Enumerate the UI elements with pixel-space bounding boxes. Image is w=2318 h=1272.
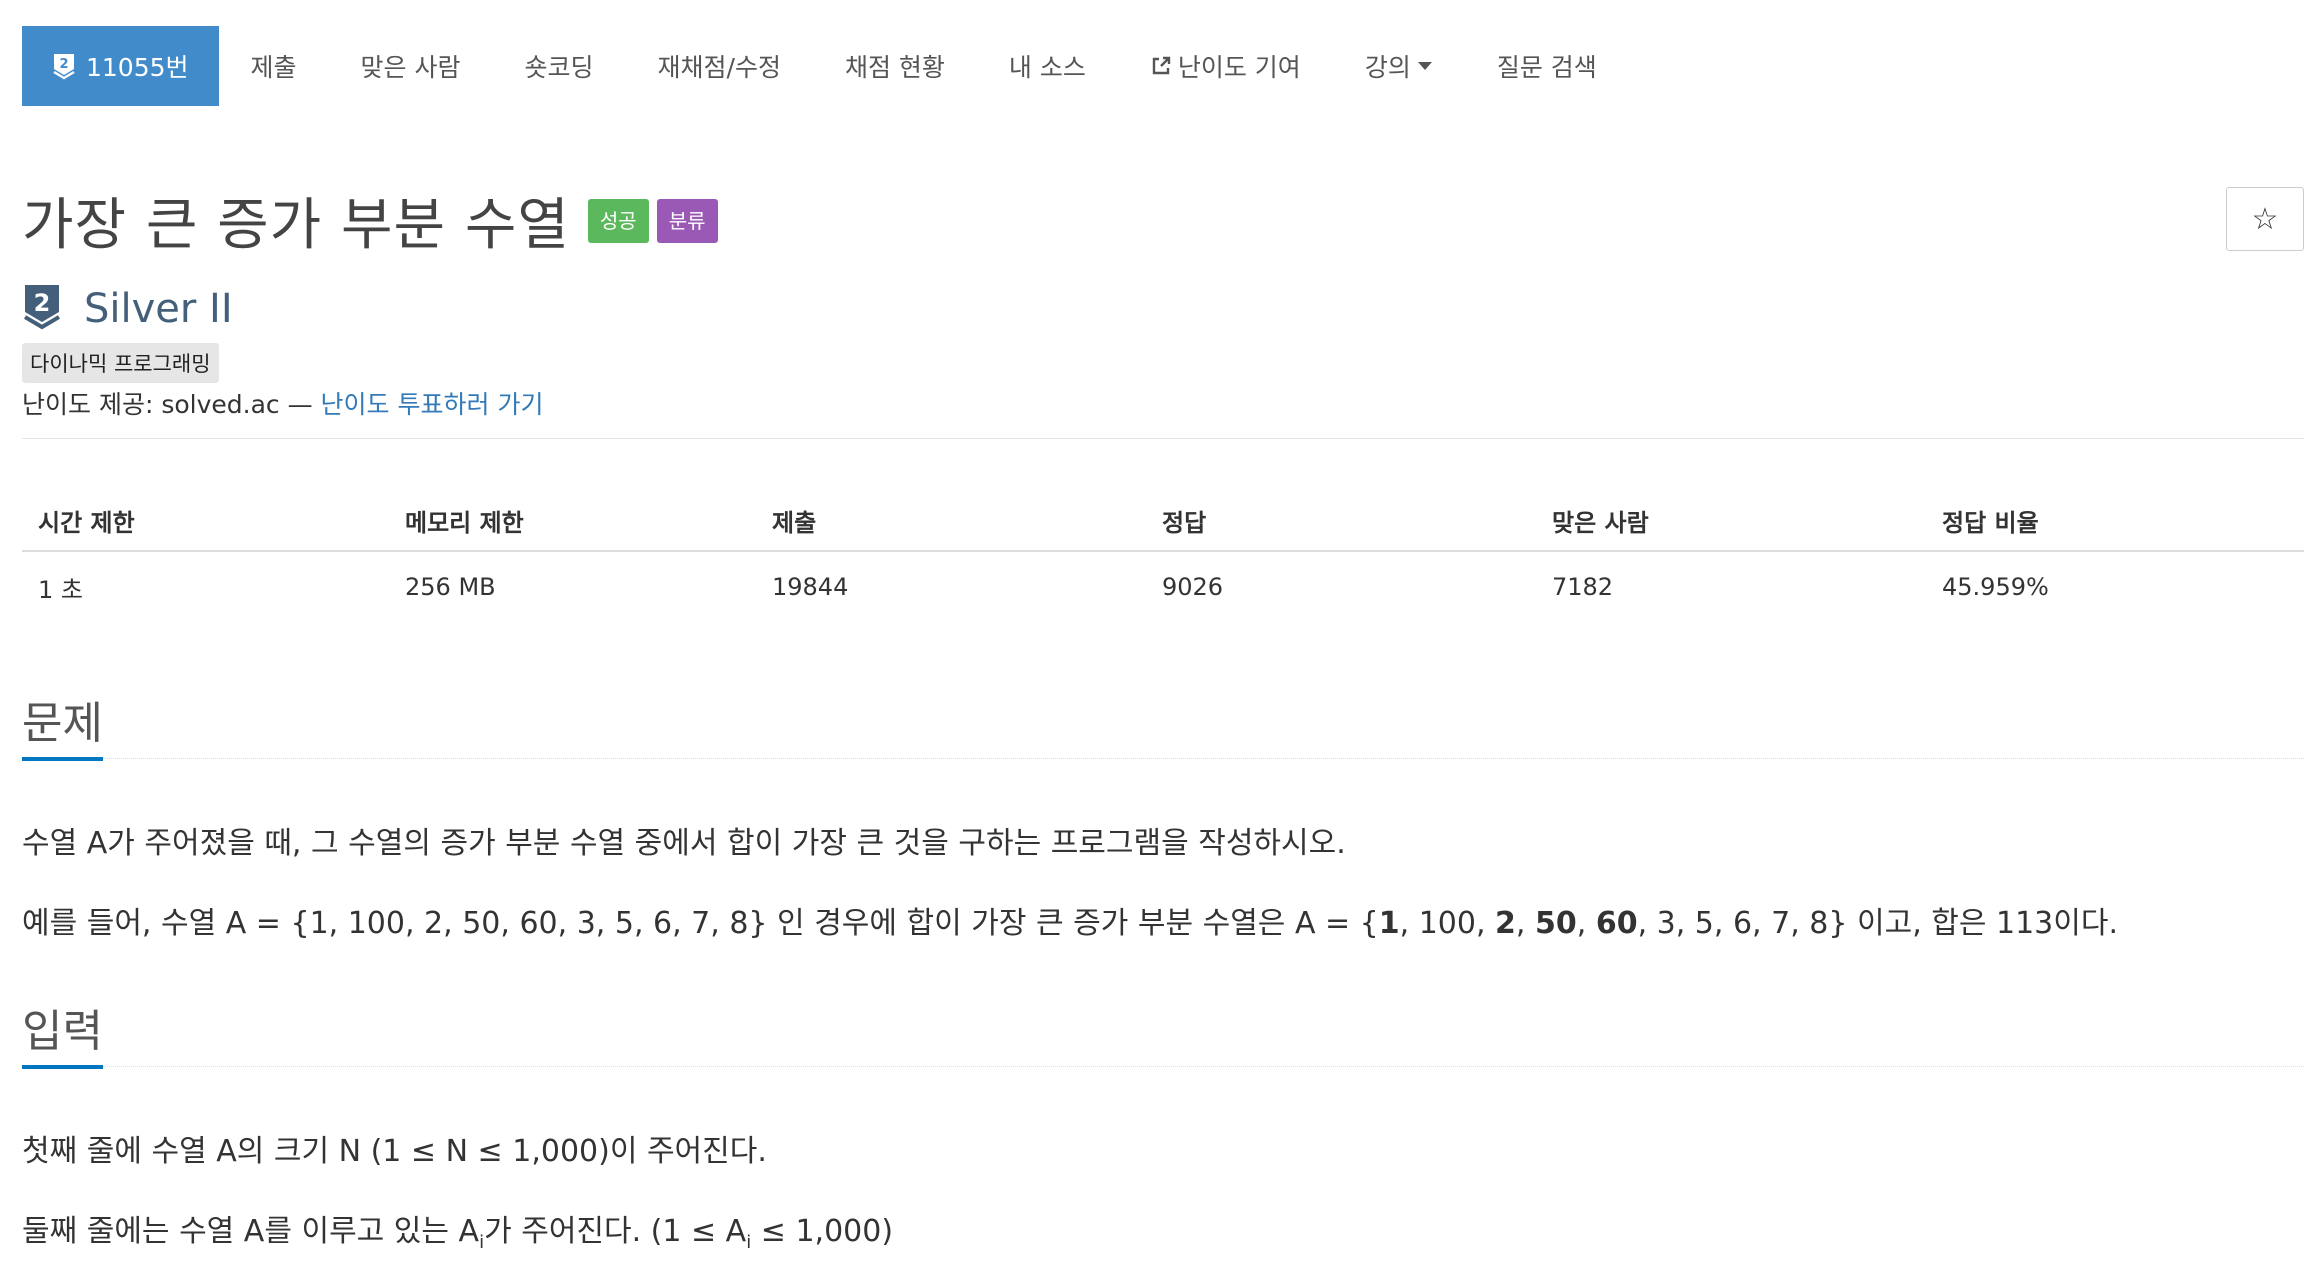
header-accepted: 정답 — [1146, 490, 1536, 552]
problem-info-table: 시간 제한 메모리 제한 제출 정답 맞은 사람 정답 비율 1 초 256 M… — [22, 490, 2304, 622]
silver-tier-icon: 2 — [52, 52, 76, 80]
problem-description-p2: 예를 들어, 수열 A = {1, 100, 2, 50, 60, 3, 5, … — [22, 906, 2119, 941]
tab-accepted-users-label: 맞은 사람 — [360, 53, 461, 82]
tab-accepted-users[interactable]: 맞은 사람 — [329, 26, 493, 106]
solved-success-label: 성공 — [587, 198, 649, 243]
tier-name: Silver II — [84, 286, 233, 332]
input-description-p1: 첫째 줄에 수열 A의 크기 N (1 ≤ N ≤ 1,000)이 주어진다. — [22, 1134, 767, 1169]
problem-page: 2 11055번 제출 맞은 사람 숏코딩 재채점/수정 채점 현황 내 소스 … — [0, 0, 2318, 1272]
header-accept-ratio: 정답 비율 — [1926, 490, 2304, 552]
difficulty-credit: 난이도 제공: solved.ac — 난이도 투표하러 가기 — [22, 385, 543, 421]
tab-difficulty-contribution[interactable]: 난이도 기여 — [1118, 26, 1333, 106]
tab-short-coding[interactable]: 숏코딩 — [493, 26, 626, 106]
problem-section-header: 문제 — [22, 688, 2304, 761]
star-icon: ☆ — [2251, 202, 2279, 236]
tab-submit-label: 제출 — [250, 53, 297, 82]
algorithm-tag[interactable]: 다이나믹 프로그래밍 — [22, 343, 219, 383]
caret-down-icon — [1417, 61, 1433, 71]
time-limit-value: 1 초 — [38, 575, 83, 604]
memory-limit-value: 256 MB — [405, 573, 496, 601]
input-section-header: 입력 — [22, 996, 2304, 1069]
difficulty-credit-text: 난이도 제공: solved.ac — — [22, 390, 321, 419]
silver-tier-icon: 2 — [22, 282, 62, 336]
tab-problem-label: 11055번 — [86, 53, 189, 82]
tab-my-source-label: 내 소스 — [1008, 53, 1086, 82]
accepted-users-value: 7182 — [1552, 573, 1614, 601]
problem-title-row: 가장 큰 증가 부분 수열 성공 분류 — [22, 180, 718, 261]
category-label[interactable]: 분류 — [656, 198, 718, 243]
tab-problem[interactable]: 2 11055번 — [22, 26, 219, 106]
input-section-title: 입력 — [22, 1005, 103, 1069]
header-accepted-users: 맞은 사람 — [1536, 490, 1926, 552]
table-row: 1 초 256 MB 19844 9026 7182 45.959% — [22, 551, 2304, 622]
tab-short-coding-label: 숏코딩 — [524, 53, 594, 82]
problem-title: 가장 큰 증가 부분 수열 — [22, 193, 570, 258]
accepted-value: 9026 — [1162, 573, 1224, 601]
problem-nav-tabs: 2 11055번 제출 맞은 사람 숏코딩 재채점/수정 채점 현황 내 소스 … — [22, 26, 1629, 106]
tab-lectures-label: 강의 — [1364, 53, 1411, 82]
difficulty-vote-link[interactable]: 난이도 투표하러 가기 — [321, 390, 544, 419]
tab-question-search[interactable]: 질문 검색 — [1465, 26, 1629, 106]
svg-text:2: 2 — [34, 289, 51, 317]
tab-rejudge-edit[interactable]: 재채점/수정 — [626, 26, 813, 106]
tab-status-label: 채점 현황 — [844, 53, 945, 82]
tab-status[interactable]: 채점 현황 — [813, 26, 977, 106]
tab-question-search-label: 질문 검색 — [1496, 53, 1597, 82]
header-time-limit: 시간 제한 — [22, 490, 389, 552]
svg-text:2: 2 — [59, 57, 68, 72]
tab-submit[interactable]: 제출 — [219, 26, 329, 106]
tab-my-source[interactable]: 내 소스 — [977, 26, 1118, 106]
tab-difficulty-contribution-label: 난이도 기여 — [1177, 53, 1301, 82]
favorite-star-button[interactable]: ☆ — [2226, 187, 2304, 251]
submissions-value: 19844 — [772, 573, 849, 601]
header-submissions: 제출 — [756, 490, 1146, 552]
tab-lectures-dropdown[interactable]: 강의 — [1333, 26, 1465, 106]
table-header-row: 시간 제한 메모리 제한 제출 정답 맞은 사람 정답 비율 — [22, 490, 2304, 552]
header-memory-limit: 메모리 제한 — [389, 490, 756, 552]
accept-ratio-value: 45.959% — [1942, 573, 2049, 601]
problem-section-title: 문제 — [22, 697, 103, 761]
problem-description-p1: 수열 A가 주어졌을 때, 그 수열의 증가 부분 수열 중에서 합이 가장 큰… — [22, 826, 1346, 861]
external-link-icon — [1150, 55, 1172, 77]
input-description-p2: 둘째 줄에는 수열 A를 이루고 있는 Ai가 주어진다. (1 ≤ Ai ≤ … — [22, 1214, 894, 1253]
tab-rejudge-edit-label: 재채점/수정 — [657, 53, 781, 82]
tier-row: 2 Silver II — [22, 282, 233, 336]
divider — [22, 438, 2304, 439]
